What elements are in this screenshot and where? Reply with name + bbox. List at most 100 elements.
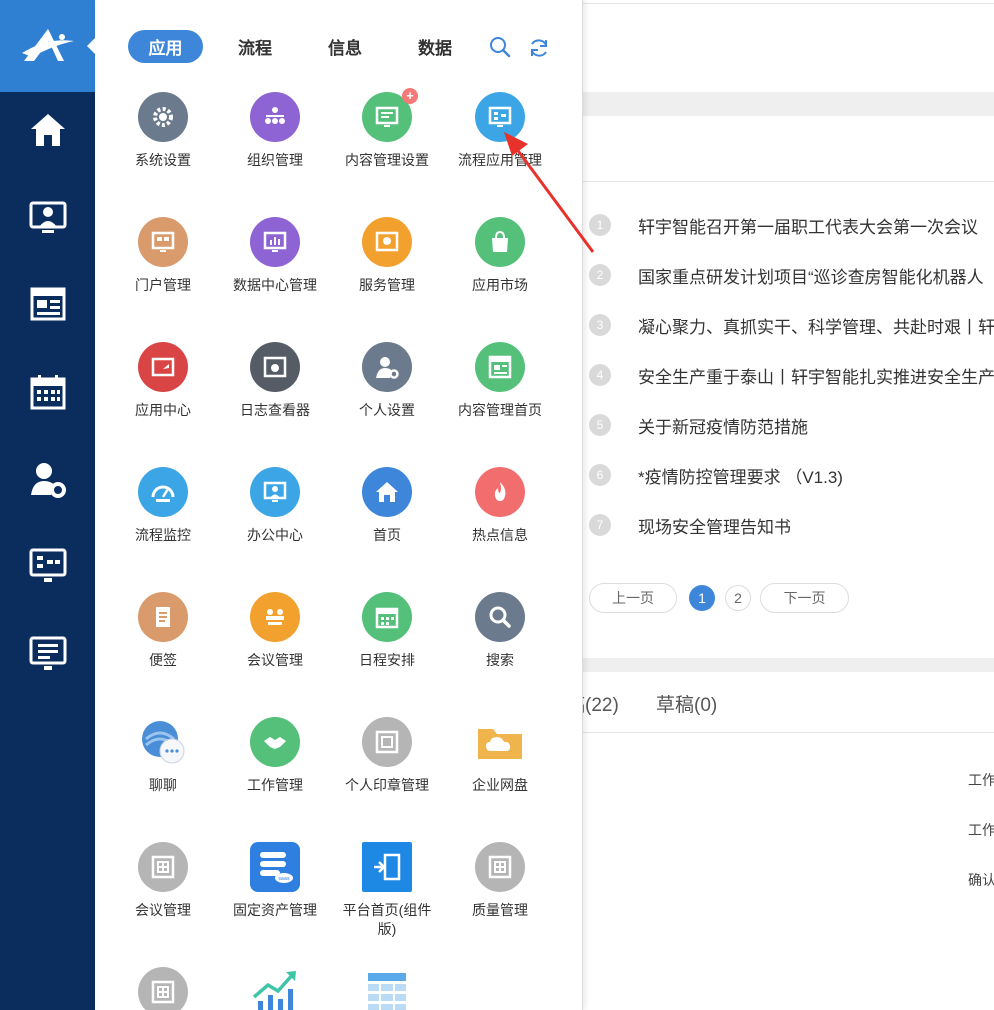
app-label: 工作管理	[247, 777, 303, 793]
app-label: 平台首页(组件版)	[342, 902, 432, 937]
app-item[interactable]: 质量管理	[444, 842, 556, 920]
tab-flow[interactable]: 流程	[225, 30, 285, 63]
app-item[interactable]: 服务管理	[331, 217, 443, 295]
app-item[interactable]: 企业网盘	[444, 717, 556, 795]
calendar-icon	[30, 375, 65, 410]
news-icon	[30, 287, 65, 321]
note-icon	[138, 592, 188, 642]
app-item[interactable]: saas 固定资产管理	[219, 842, 331, 920]
fire-icon	[475, 467, 525, 517]
app-item[interactable]: 数据中心管理	[219, 217, 331, 295]
home-icon	[362, 467, 412, 517]
news-item[interactable]: 7 现场安全管理告知书	[583, 510, 994, 540]
rail-news[interactable]	[0, 274, 95, 334]
news-title[interactable]: 关于新冠疫情防范措施	[638, 413, 808, 438]
app-item[interactable]: 系统设置	[107, 92, 219, 170]
user-gear-icon	[30, 463, 66, 498]
refresh-button[interactable]	[528, 37, 550, 59]
side-item: 工作	[968, 772, 994, 788]
content-settings-icon: +	[362, 88, 418, 142]
content-screen-icon	[29, 636, 66, 670]
news-item[interactable]: 2 国家重点研发计划项目“巡诊查房智能化机器人	[583, 260, 994, 290]
app-item[interactable]: 日志查看器	[219, 342, 331, 420]
app-item[interactable]: 搜索	[444, 592, 556, 670]
news-item[interactable]: 6 *疫情防控管理要求 （V1.3)	[583, 460, 994, 490]
portal-icon	[138, 217, 188, 267]
news-title[interactable]: 凝心聚力、真抓实干、科学管理、共赴时艰丨轩	[638, 313, 994, 338]
rail-user-settings[interactable]	[0, 450, 95, 510]
rail-content[interactable]	[0, 624, 95, 684]
news-item[interactable]: 4 安全生产重于泰山丨轩宇智能扎实推进安全生产	[583, 360, 994, 390]
app-label: 组织管理	[247, 152, 303, 168]
app-label: 会议管理	[135, 902, 191, 918]
app-item[interactable]: 内容管理首页	[444, 342, 556, 420]
app-item[interactable]: 聊聊	[107, 717, 219, 795]
app-label: 应用市场	[472, 277, 528, 293]
app-item[interactable]: 办公中心	[219, 467, 331, 545]
rail-office[interactable]	[0, 188, 95, 248]
logo-icon	[21, 29, 74, 61]
org-chart-icon	[250, 92, 300, 142]
data-center-icon	[250, 217, 300, 267]
app-item[interactable]: 应用中心	[107, 342, 219, 420]
generic-app-icon	[475, 842, 525, 892]
tab-sent[interactable]: 稿(22)	[583, 690, 619, 717]
logo[interactable]	[0, 0, 95, 92]
saas-db-icon: saas	[250, 842, 300, 892]
search-icon	[475, 592, 525, 642]
meeting-icon	[250, 592, 300, 642]
gray-band	[583, 658, 994, 672]
search-button[interactable]	[489, 36, 511, 58]
app-label: 个人印章管理	[345, 777, 429, 793]
app-item[interactable]: 流程监控	[107, 467, 219, 545]
app-item[interactable]: 平台首页(组件版)	[331, 842, 443, 939]
app-label: 会议管理	[247, 652, 303, 668]
app-item[interactable]: 个人设置	[331, 342, 443, 420]
handshake-icon	[250, 717, 300, 767]
news-item[interactable]: 5 关于新冠疫情防范措施	[583, 410, 994, 440]
page-1-button[interactable]: 1	[689, 585, 715, 611]
app-item[interactable]: + 内容管理设置	[331, 88, 443, 170]
rail-home[interactable]	[0, 100, 95, 160]
app-item[interactable]: 会议管理	[107, 842, 219, 920]
divider	[583, 3, 994, 4]
app-item[interactable]: 个人印章管理	[331, 717, 443, 795]
app-item[interactable]: 首页	[331, 467, 443, 545]
app-center-icon	[138, 342, 188, 392]
app-item[interactable]	[107, 967, 219, 1010]
app-label: 内容管理首页	[458, 402, 542, 418]
app-label: 搜索	[486, 652, 514, 668]
app-item[interactable]	[331, 967, 443, 1010]
tab-info[interactable]: 信息	[315, 30, 375, 63]
gear-icon	[138, 92, 188, 142]
tab-data[interactable]: 数据	[405, 30, 465, 63]
flow-screen-icon	[29, 548, 66, 582]
app-item[interactable]: 热点信息	[444, 467, 556, 545]
app-item[interactable]: 组织管理	[219, 92, 331, 170]
app-item[interactable]: 工作管理	[219, 717, 331, 795]
app-label: 日程安排	[359, 652, 415, 668]
news-title[interactable]: 国家重点研发计划项目“巡诊查房智能化机器人	[638, 263, 984, 288]
news-title[interactable]: 轩宇智能召开第一届职工代表大会第一次会议	[638, 213, 978, 238]
app-item[interactable]	[219, 967, 331, 1010]
app-label: 流程监控	[135, 527, 191, 543]
news-item[interactable]: 3 凝心聚力、真抓实干、科学管理、共赴时艰丨轩	[583, 310, 994, 340]
prev-page-button[interactable]: 上一页	[589, 583, 677, 613]
tab-drafts[interactable]: 草稿(0)	[656, 690, 717, 717]
app-item[interactable]: 门户管理	[107, 217, 219, 295]
app-item[interactable]: 便签	[107, 592, 219, 670]
news-item[interactable]: 1 轩宇智能召开第一届职工代表大会第一次会议	[583, 210, 994, 240]
page-2-button[interactable]: 2	[725, 585, 751, 611]
app-item[interactable]: 日程安排	[331, 592, 443, 670]
rail-flow[interactable]	[0, 536, 95, 596]
news-title[interactable]: *疫情防控管理要求 （V1.3)	[638, 463, 843, 488]
rail-calendar[interactable]	[0, 362, 95, 422]
generic-app-icon	[138, 967, 188, 1010]
news-title[interactable]: 安全生产重于泰山丨轩宇智能扎实推进安全生产	[638, 363, 994, 388]
news-title[interactable]: 现场安全管理告知书	[638, 513, 791, 538]
stamp-icon	[362, 717, 412, 767]
app-item[interactable]: 会议管理	[219, 592, 331, 670]
next-page-button[interactable]: 下一页	[760, 583, 849, 613]
content-home-icon	[475, 342, 525, 392]
tab-apps[interactable]: 应用	[128, 30, 203, 63]
